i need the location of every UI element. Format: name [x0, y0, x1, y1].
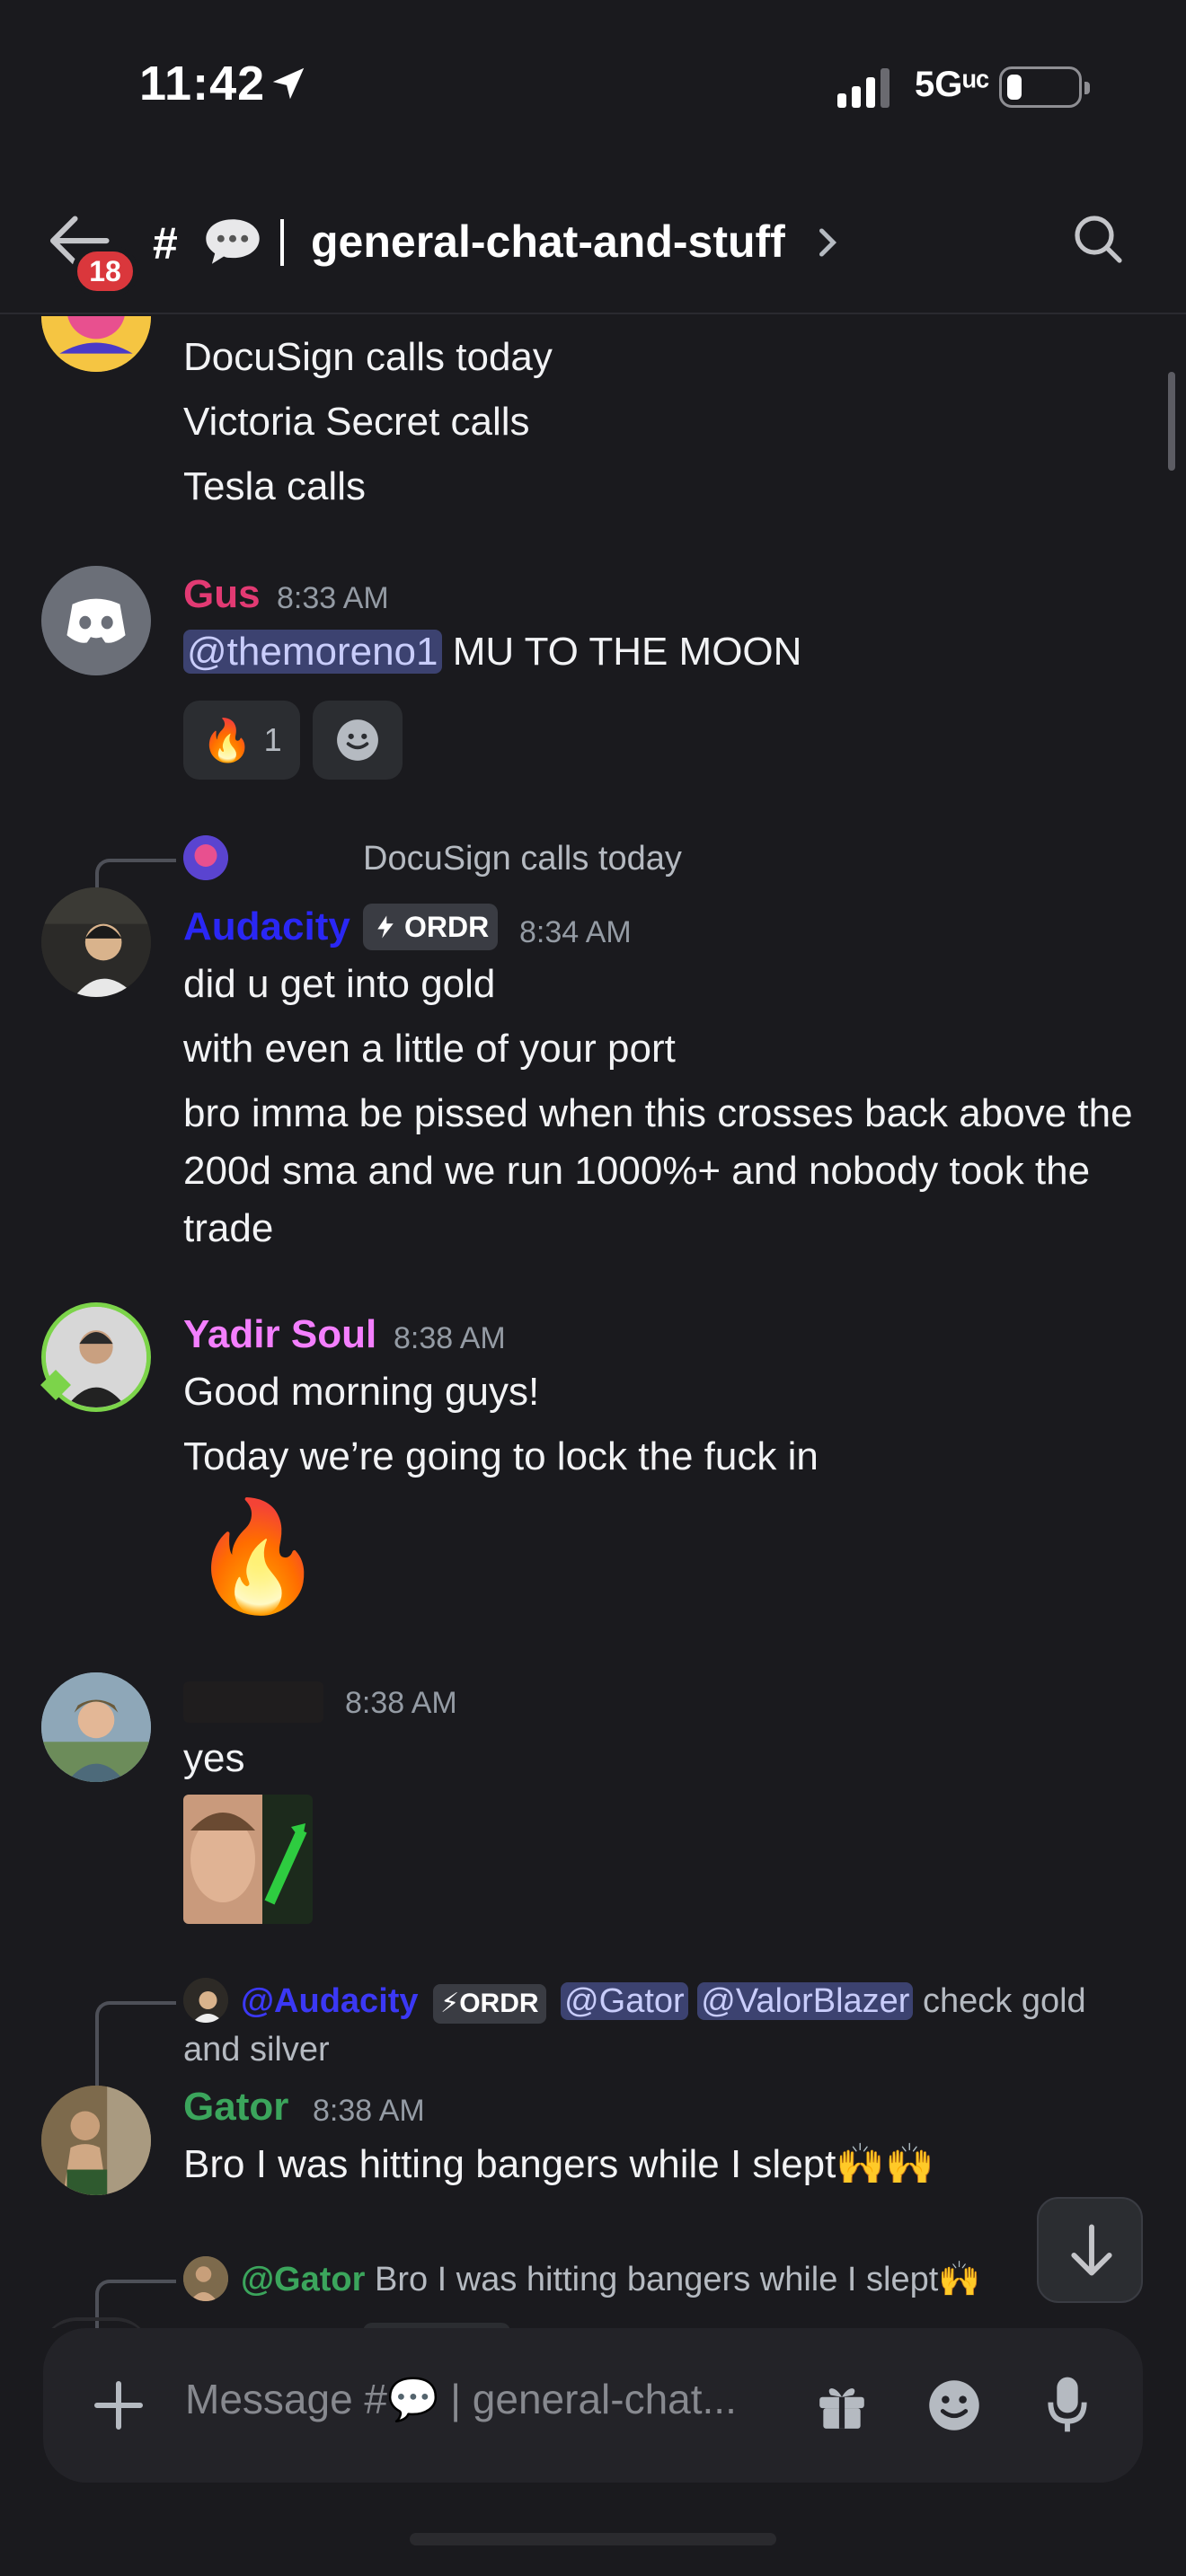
- arrow-down-icon: [1071, 2224, 1112, 2276]
- message-image[interactable]: [183, 1795, 313, 1924]
- timestamp: 8:34 AM: [519, 915, 632, 949]
- username[interactable]: Gator: [183, 2080, 288, 2134]
- channel-header: 18 # general-chat-and-stuff: [0, 171, 1186, 314]
- message-text: did u get into gold: [183, 962, 496, 1006]
- message-text: @themoreno1 MU TO THE MOON: [183, 623, 801, 681]
- avatar[interactable]: [41, 2086, 151, 2195]
- message-text: yes: [183, 1736, 245, 1780]
- speech-bubble-icon: [206, 219, 260, 264]
- username[interactable]: [183, 1681, 323, 1723]
- message-input[interactable]: Message #💬 | general-chat...: [185, 2375, 737, 2424]
- jump-to-latest-button[interactable]: [1037, 2197, 1143, 2303]
- server-tag: ⚡ORDR: [433, 1984, 546, 2024]
- avatar[interactable]: [41, 316, 151, 372]
- location-arrow-icon: [272, 67, 305, 100]
- plus-icon[interactable]: [92, 2378, 146, 2432]
- microphone-icon[interactable]: [1044, 2373, 1091, 2436]
- username[interactable]: Audacity: [183, 900, 350, 954]
- message-text: Bro I was hitting bangers while I slept🙌…: [183, 2142, 934, 2186]
- avatar[interactable]: [41, 887, 151, 997]
- signal-icon: [837, 68, 890, 108]
- fire-icon: 🔥: [201, 716, 253, 763]
- message-text: with even a little of your port: [183, 1027, 676, 1071]
- gift-icon[interactable]: [814, 2377, 870, 2432]
- message-text: Good morning guys!: [183, 1370, 540, 1414]
- fire-emoji-large: 🔥: [190, 1496, 325, 1617]
- server-tag[interactable]: ORDR: [363, 904, 499, 950]
- channel-name[interactable]: general-chat-and-stuff: [311, 216, 785, 268]
- username[interactable]: Gus: [183, 568, 261, 622]
- channel-hash[interactable]: #: [153, 217, 178, 269]
- channel-separator: [280, 219, 284, 266]
- message-text: Today we’re going to lock the fuck in: [183, 1434, 819, 1478]
- reply-preview[interactable]: @Audacity ⚡ORDR @Gator @ValorBlazer chec…: [241, 1976, 1086, 2026]
- message-text: Tesla calls: [183, 464, 366, 508]
- smile-icon: [337, 719, 378, 761]
- reply-avatar: [183, 2256, 228, 2301]
- reply-avatar: [183, 835, 228, 880]
- avatar[interactable]: [41, 1672, 151, 1782]
- home-indicator: [410, 2533, 776, 2545]
- search-icon[interactable]: [1071, 212, 1125, 266]
- username[interactable]: Yadir Soul: [183, 1308, 376, 1362]
- emoji-icon[interactable]: [925, 2377, 983, 2434]
- message-text: DocuSign calls today: [183, 335, 553, 379]
- battery-icon: [999, 66, 1090, 108]
- timestamp: 8:33 AM: [277, 581, 389, 615]
- lightning-icon: [377, 915, 394, 939]
- timestamp: 8:38 AM: [345, 1686, 457, 1720]
- add-reaction-button[interactable]: [313, 701, 403, 780]
- clock: 11:42: [139, 57, 266, 110]
- unread-badge: 18: [72, 246, 138, 296]
- message-composer[interactable]: Message #💬 | general-chat...: [43, 2328, 1143, 2483]
- message-text: Victoria Secret calls: [183, 400, 530, 444]
- chevron-right-icon[interactable]: [816, 226, 839, 259]
- user-mention[interactable]: @themoreno1: [183, 630, 442, 674]
- scrollbar[interactable]: [1168, 372, 1175, 471]
- reply-preview[interactable]: @Gator Bro I was hitting bangers while I…: [241, 2254, 981, 2305]
- reply-preview-cont[interactable]: and silver: [183, 2025, 330, 2075]
- network-label: 5Gᵘᶜ: [915, 65, 990, 104]
- reply-avatar: [183, 1978, 228, 2023]
- reaction-fire[interactable]: 🔥 1: [183, 701, 300, 780]
- message-text: bro imma be pissed when this crosses bac…: [183, 1091, 1133, 1250]
- timestamp: 8:38 AM: [313, 2094, 425, 2128]
- status-bar: 11:42 5Gᵘᶜ: [0, 0, 1186, 171]
- avatar[interactable]: [41, 566, 151, 675]
- reply-preview[interactable]: DocuSign calls today: [363, 834, 682, 884]
- message-list[interactable]: DocuSign calls today Victoria Secret cal…: [0, 316, 1186, 2328]
- timestamp: 8:38 AM: [394, 1321, 506, 1355]
- reply-connector: [95, 2001, 176, 2091]
